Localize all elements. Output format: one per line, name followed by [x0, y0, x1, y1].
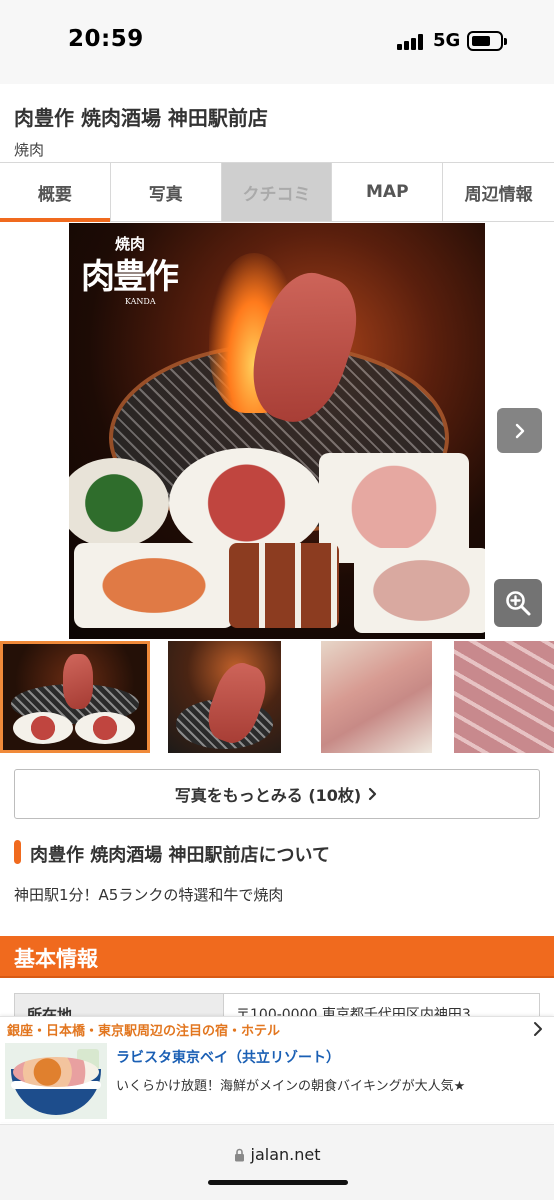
status-bar: 20:59 5G — [0, 0, 554, 84]
main-photo[interactable]: 焼肉 肉豊作 KANDA — [69, 223, 485, 639]
basic-info-title: 基本情報 — [14, 947, 98, 971]
tab-map[interactable]: MAP — [332, 163, 444, 221]
thumbnail-4[interactable] — [454, 641, 554, 753]
ad-banner[interactable]: 銀座・日本橋・東京駅周辺の注目の宿・ホテル ラビスタ東京ベイ（共立リゾート） い… — [0, 1016, 554, 1122]
url-text: jalan.net — [250, 1145, 321, 1164]
shop-logo: 焼肉 肉豊作 KANDA — [81, 231, 181, 311]
ad-description: いくらかけ放題！海鮮がメインの朝食バイキングが大人気★ — [116, 1079, 466, 1094]
shop-genre: 焼肉 — [14, 141, 45, 159]
plate-image-part — [169, 448, 324, 558]
battery-icon — [467, 31, 507, 51]
signal-icon — [397, 34, 425, 50]
more-photos-button[interactable]: 写真をもっとみる (10枚) — [14, 769, 540, 819]
thumbnail-3[interactable] — [321, 641, 432, 753]
ad-image — [5, 1043, 107, 1119]
tab-overview[interactable]: 概要 — [0, 163, 111, 222]
ad-title-link[interactable]: ラビスタ東京ベイ（共立リゾート） — [116, 1047, 340, 1067]
thumbnail-1[interactable] — [0, 641, 150, 753]
more-photos-label: 写真をもっとみる (10枚) — [174, 786, 362, 805]
page-title: 肉豊作 焼肉酒場 神田駅前店 — [14, 106, 268, 130]
home-indicator[interactable] — [208, 1180, 348, 1185]
zoom-button[interactable] — [494, 579, 542, 627]
basic-info-header: 基本情報 — [0, 936, 554, 978]
about-text: 神田駅1分！A5ランクの特選和牛で焼肉 — [14, 886, 284, 904]
about-title: 肉豊作 焼肉酒場 神田駅前店について — [30, 845, 330, 866]
status-time: 20:59 — [68, 26, 144, 52]
tab-nearby[interactable]: 周辺情報 — [443, 163, 554, 221]
tab-photos[interactable]: 写真 — [111, 163, 222, 221]
lock-icon — [234, 1148, 244, 1161]
thumbnail-strip — [0, 641, 554, 753]
browser-address-bar[interactable]: jalan.net — [0, 1124, 554, 1200]
tab-bar: 概要 写真 クチコミ MAP 周辺情報 — [0, 162, 554, 222]
next-photo-button[interactable] — [497, 408, 542, 453]
side-dishes-image-part — [229, 543, 339, 628]
chevron-right-icon — [515, 423, 524, 438]
plate-image-part — [319, 453, 469, 563]
logo-main-text: 肉豊作 — [81, 257, 179, 297]
shrimp-image-part — [74, 543, 234, 628]
ad-header: 銀座・日本橋・東京駅周辺の注目の宿・ホテル — [7, 1024, 281, 1039]
section-accent-bar — [14, 840, 21, 864]
salad-image-part — [69, 458, 169, 548]
chevron-right-icon — [534, 1022, 542, 1036]
chevron-right-icon — [369, 787, 377, 801]
thumbnail-2[interactable] — [168, 641, 281, 753]
logo-sub-text: KANDA — [125, 297, 156, 306]
network-label: 5G — [433, 30, 461, 51]
zoom-in-icon — [506, 591, 531, 616]
tab-reviews: クチコミ — [221, 163, 333, 221]
plate-image-part — [354, 548, 485, 633]
